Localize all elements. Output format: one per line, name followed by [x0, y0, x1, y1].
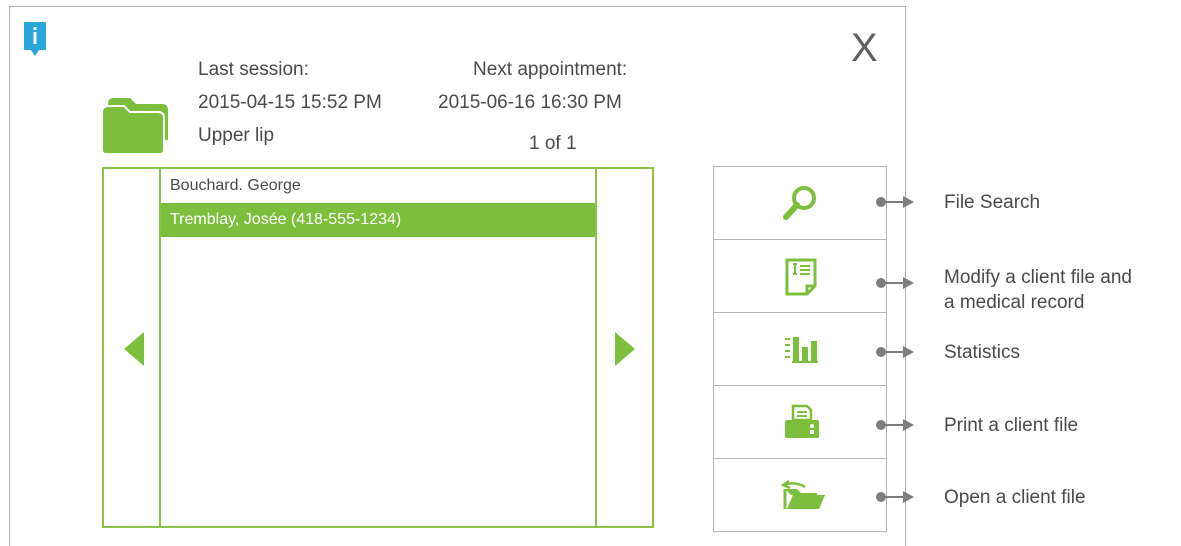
next-appointment-value: 2015-06-16 16:30 PM [438, 92, 622, 113]
bar-chart-icon [785, 337, 818, 363]
arrow-left-icon [124, 332, 144, 366]
next-appointment-label: Next appointment: [473, 59, 628, 80]
statistics-label: Statistics [944, 342, 1021, 363]
list-item-selected[interactable]: Tremblay, Josée (418-555-1234) [161, 203, 595, 237]
previous-page-button[interactable] [102, 167, 161, 528]
printer-icon [785, 404, 819, 438]
next-page-button[interactable] [595, 167, 654, 528]
file-search-button[interactable] [713, 166, 887, 240]
statistics-button[interactable] [713, 312, 887, 386]
magnifier-icon [783, 186, 816, 220]
info-icon[interactable] [24, 22, 46, 58]
open-client-file-label: Open a client file [944, 487, 1086, 508]
folder-icon [101, 98, 168, 155]
close-button[interactable]: X [851, 26, 878, 70]
open-client-file-button[interactable] [713, 458, 887, 532]
modify-client-file-label-line2: a medical record [944, 292, 1085, 313]
page-counter: 1 of 1 [529, 133, 577, 154]
list-item[interactable]: Bouchard. George [161, 169, 595, 203]
treatment-area: Upper lip [198, 125, 275, 146]
last-session-value: 2015-04-15 15:52 PM [198, 92, 382, 113]
last-session-label: Last session: [198, 59, 309, 80]
print-client-file-label: Print a client file [944, 415, 1079, 436]
client-list[interactable]: Bouchard. George Tremblay, Josée (418-55… [161, 167, 595, 528]
file-search-label: File Search [944, 192, 1041, 213]
arrow-right-icon [615, 332, 635, 366]
print-client-file-button[interactable] [713, 385, 887, 459]
open-folder-icon [781, 479, 825, 509]
modify-client-file-button[interactable] [713, 239, 887, 313]
modify-client-file-label-line1: Modify a client file and [944, 267, 1132, 288]
edit-document-icon [785, 258, 817, 296]
